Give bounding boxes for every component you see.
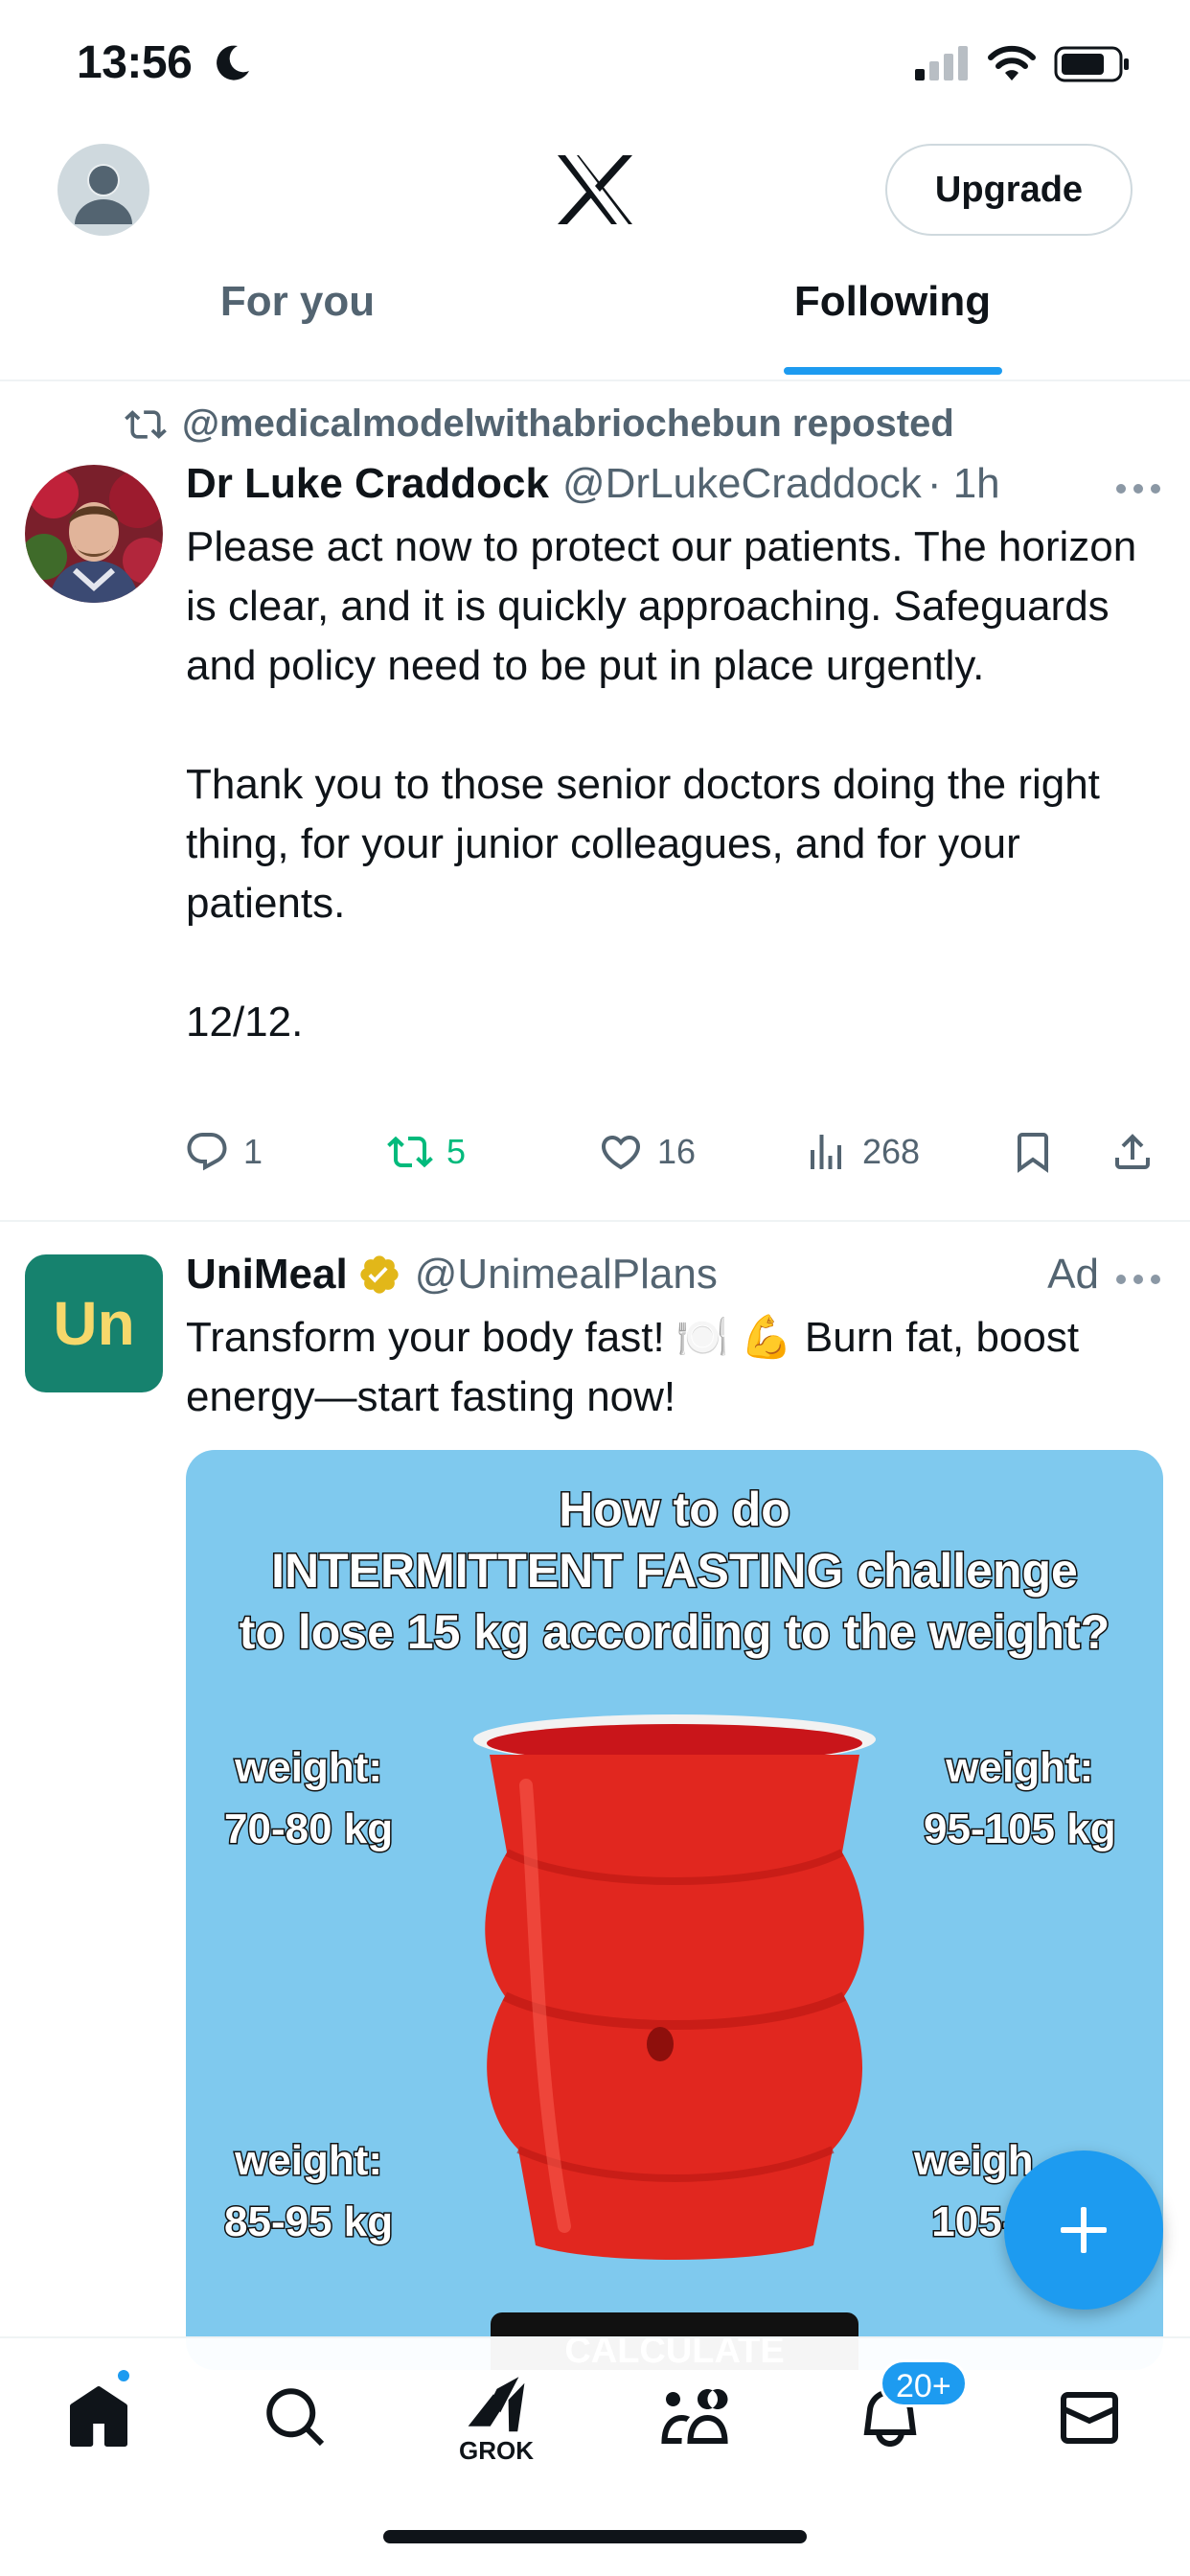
repost-count: 5 bbox=[446, 1132, 467, 1171]
views-icon bbox=[811, 1135, 841, 1169]
plus-icon bbox=[1061, 2207, 1107, 2253]
share-button[interactable] bbox=[1110, 1129, 1169, 1175]
author-handle[interactable]: @UnimealPlans bbox=[415, 1251, 718, 1299]
status-time: 13:56 bbox=[77, 37, 193, 88]
repost-icon bbox=[387, 1136, 433, 1168]
communities-icon bbox=[661, 2389, 728, 2444]
nav-grok[interactable] bbox=[453, 2361, 539, 2448]
active-tab-indicator bbox=[783, 367, 1002, 375]
nav-home[interactable] bbox=[56, 2375, 142, 2461]
red-cup-illustration bbox=[473, 1714, 876, 2260]
more-options-icon[interactable] bbox=[1115, 1274, 1161, 1285]
author-name[interactable]: Dr Luke Craddock bbox=[186, 460, 549, 508]
wifi-icon bbox=[988, 45, 1036, 80]
reply-count: 1 bbox=[243, 1132, 263, 1171]
unimeal-logo: Un bbox=[53, 1289, 135, 1358]
ad-image-headline: How to do INTERMITTENT FASTING challenge… bbox=[238, 1482, 1110, 1661]
home-unread-dot bbox=[115, 2367, 132, 2384]
author-avatar[interactable]: Un bbox=[25, 1254, 163, 1392]
nav-communities[interactable] bbox=[652, 2375, 738, 2461]
battery-icon bbox=[1054, 46, 1129, 82]
author-handle[interactable]: @DrLukeCraddock bbox=[562, 460, 922, 508]
tweet-actions: 1 5 16 268 bbox=[184, 1129, 1161, 1186]
tweet-text: Please act now to protect our patients. … bbox=[186, 523, 1137, 1046]
moon-icon bbox=[217, 45, 249, 80]
bookmark-icon bbox=[1018, 1133, 1048, 1173]
compose-post-button[interactable] bbox=[1004, 2150, 1163, 2310]
tweet[interactable]: @medicalmodelwithabriochebun reposted Dr… bbox=[0, 383, 1190, 1222]
views-count: 268 bbox=[862, 1132, 921, 1171]
ad-label: Ad bbox=[1047, 1251, 1099, 1298]
views-button[interactable]: 268 bbox=[803, 1129, 920, 1175]
like-button[interactable]: 16 bbox=[598, 1129, 696, 1175]
repost-icon bbox=[125, 409, 167, 439]
repost-context[interactable]: @medicalmodelwithabriochebun reposted bbox=[125, 402, 954, 446]
repost-button[interactable]: 5 bbox=[387, 1129, 466, 1175]
mail-icon bbox=[1060, 2392, 1118, 2444]
upgrade-button[interactable]: Upgrade bbox=[885, 144, 1133, 236]
tab-label: Following bbox=[793, 278, 992, 325]
tab-following[interactable]: Following bbox=[595, 259, 1190, 379]
search-icon bbox=[266, 2388, 325, 2447]
status-bar: 13:56 bbox=[0, 0, 1190, 125]
bookmark-button[interactable] bbox=[1010, 1129, 1069, 1175]
tab-label: For you bbox=[219, 278, 376, 325]
weight-label: weight: 70-80 kg bbox=[222, 1743, 394, 1854]
tab-for-you[interactable]: For you bbox=[0, 259, 595, 379]
nav-search[interactable] bbox=[253, 2375, 339, 2461]
default-avatar-icon bbox=[75, 164, 132, 224]
tweet-text: Transform your body fast! 🍽️ 💪 Burn fat,… bbox=[186, 1314, 1091, 1420]
header: Upgrade For you Following bbox=[0, 125, 1190, 383]
timeline-tabs: For you Following bbox=[0, 259, 1190, 379]
like-count: 16 bbox=[657, 1132, 697, 1171]
repost-label: @medicalmodelwithabriochebun reposted bbox=[182, 402, 954, 445]
x-logo-icon[interactable] bbox=[556, 153, 634, 226]
weight-label: weight: 85-95 kg bbox=[222, 2136, 394, 2247]
header-divider bbox=[0, 380, 1190, 381]
author-avatar[interactable] bbox=[25, 465, 163, 603]
grok-icon bbox=[468, 2377, 525, 2432]
reply-icon bbox=[187, 1133, 227, 1171]
verified-gold-badge-icon bbox=[360, 1255, 399, 1294]
heart-icon bbox=[601, 1136, 641, 1170]
notification-badge: 20+ bbox=[880, 2359, 968, 2407]
tweet-header: UniMeal @UnimealPlans bbox=[186, 1251, 718, 1299]
author-name[interactable]: UniMeal bbox=[186, 1251, 348, 1299]
share-icon bbox=[1115, 1134, 1150, 1169]
author-photo bbox=[25, 465, 163, 603]
home-indicator bbox=[383, 2530, 807, 2543]
profile-avatar[interactable] bbox=[57, 144, 149, 236]
signal-icon bbox=[915, 46, 968, 80]
reply-button[interactable]: 1 bbox=[184, 1129, 263, 1175]
promoted-tweet[interactable]: Un UniMeal @UnimealPlans Ad Transform yo… bbox=[0, 1224, 1190, 2370]
tweet-header: Dr Luke Craddock @DrLukeCraddock · 1h bbox=[186, 460, 1000, 508]
grok-label: GROK bbox=[459, 2436, 534, 2465]
tweet-time[interactable]: · 1h bbox=[927, 460, 1000, 508]
weight-label: weight: 95-105 kg bbox=[923, 1743, 1118, 1854]
more-options-icon[interactable] bbox=[1115, 483, 1161, 494]
home-icon bbox=[70, 2385, 127, 2447]
nav-messages[interactable] bbox=[1046, 2375, 1133, 2461]
